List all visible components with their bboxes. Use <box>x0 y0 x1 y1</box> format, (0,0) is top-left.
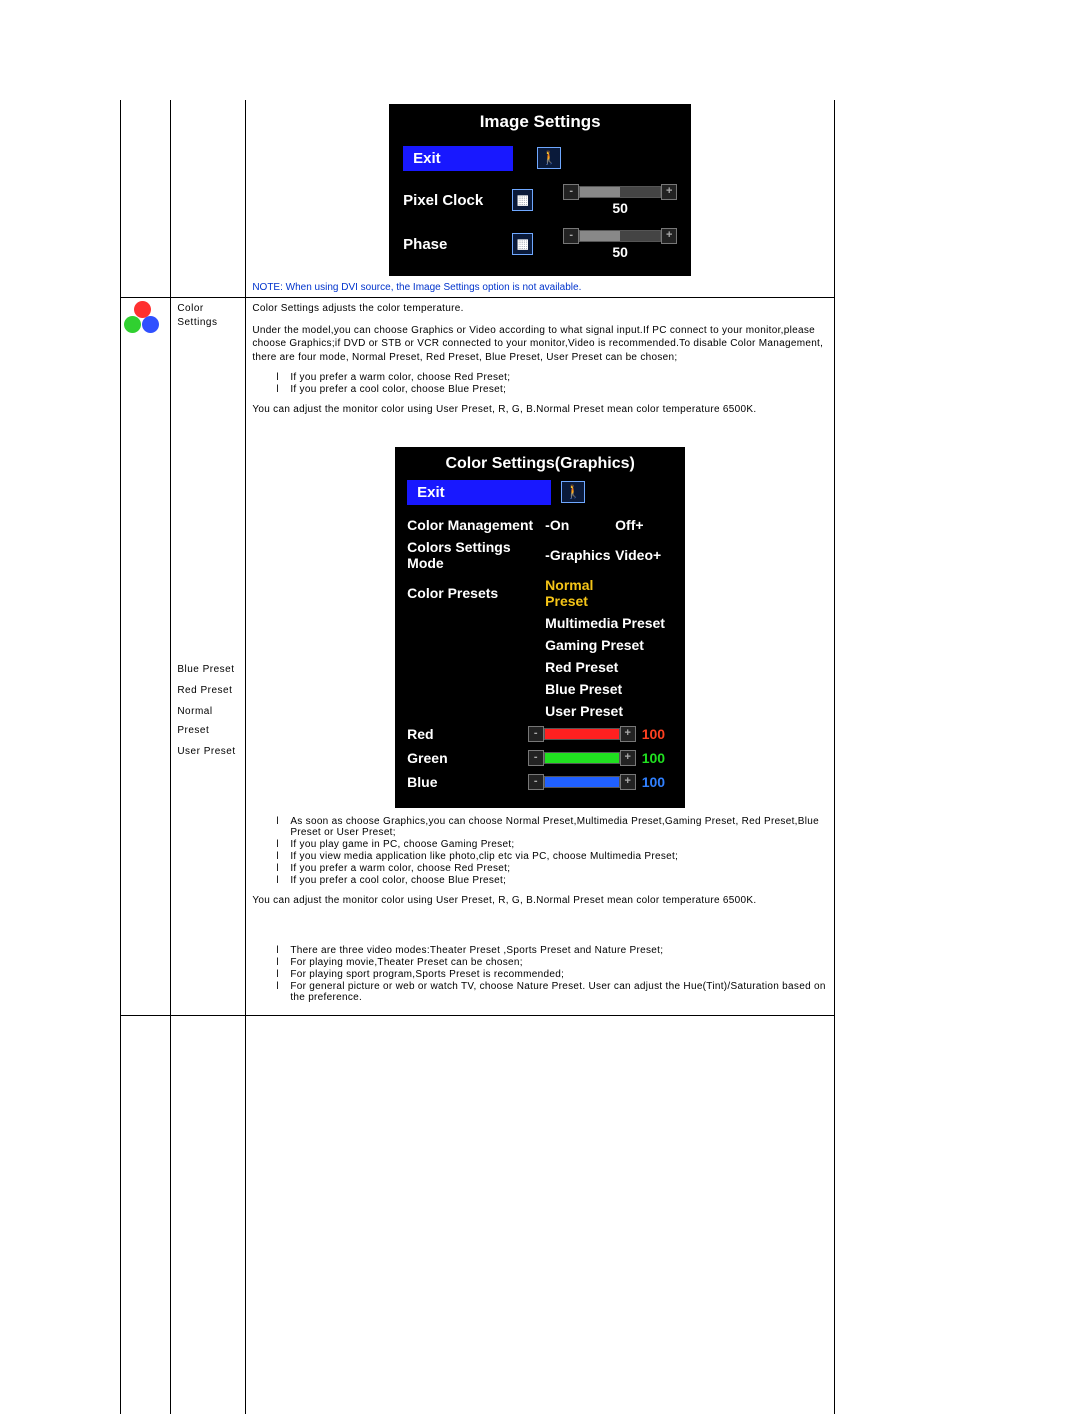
preset-item[interactable]: Red Preset <box>401 656 679 678</box>
minus-button[interactable]: - <box>528 750 544 766</box>
slider-value: 50 <box>612 200 628 216</box>
osd2-exit-button[interactable]: Exit <box>407 480 551 505</box>
list-item: For playing movie,Theater Preset can be … <box>276 957 828 968</box>
bullet-list-3: There are three video modes:Theater Pres… <box>276 945 828 1003</box>
minus-button[interactable]: - <box>528 726 544 742</box>
list-item: For playing sport program,Sports Preset … <box>276 969 828 980</box>
preset-item[interactable]: Gaming Preset <box>401 634 679 656</box>
plus-button[interactable]: + <box>620 750 636 766</box>
intro-text-2: Under the model,you can choose Graphics … <box>252 324 828 365</box>
osd-color-settings: Color Settings(Graphics) Exit 🚶 Color Ma… <box>395 447 685 808</box>
preset-sublist: Blue Preset Red Preset Normal Preset User P… <box>177 660 239 761</box>
rgb-row: Blue-+100 <box>401 770 679 794</box>
rgb-label: Green <box>407 750 528 766</box>
list-item: If you prefer a cool color, choose Blue … <box>276 875 828 886</box>
preset-item[interactable]: Blue Preset <box>401 678 679 700</box>
preset-sublist-item: Normal Preset <box>177 702 239 740</box>
bullet-list-1: If you prefer a warm color, choose Red P… <box>276 372 828 395</box>
plus-button[interactable]: + <box>620 726 636 742</box>
preset-sublist-item: Blue Preset <box>177 660 239 679</box>
preset-sublist-item: User Preset <box>177 742 239 761</box>
rgb-row: Red-+100 <box>401 722 679 746</box>
list-item: If you prefer a warm color, choose Red P… <box>276 372 828 383</box>
slider[interactable]: -+ <box>528 750 636 766</box>
minus-button[interactable]: - <box>563 184 579 200</box>
osd-item-label: Pixel Clock <box>403 192 488 209</box>
preset-item[interactable]: Multimedia Preset <box>401 612 679 634</box>
rgb-value: 100 <box>642 774 673 790</box>
list-item: If you view media application like photo… <box>276 851 828 862</box>
slider[interactable]: -+ <box>563 228 677 244</box>
slider-value: 50 <box>612 244 628 260</box>
preset-sublist-item: Red Preset <box>177 681 239 700</box>
doc-table: Image Settings Exit 🚶 Pixel Clock▦-+50Ph… <box>120 100 835 1414</box>
list-item: If you play game in PC, choose Gaming Pr… <box>276 839 828 850</box>
mgmt-off[interactable]: Off+ <box>615 517 643 533</box>
minus-button[interactable]: - <box>528 774 544 790</box>
rgb-row: Green-+100 <box>401 746 679 770</box>
osd-exit-button[interactable]: Exit <box>403 146 513 171</box>
osd-slider-row: Pixel Clock▦-+50 <box>395 178 685 222</box>
rgb-label: Red <box>407 726 528 742</box>
slider[interactable]: -+ <box>528 726 636 742</box>
mgmt-on[interactable]: -On <box>545 517 615 533</box>
osd-title: Image Settings <box>395 108 685 138</box>
rgb-label: Blue <box>407 774 528 790</box>
list-item: There are three video modes:Theater Pres… <box>276 945 828 956</box>
plus-button[interactable]: + <box>661 228 677 244</box>
intro-text-1: Color Settings adjusts the color tempera… <box>252 302 828 316</box>
osd-image-settings: Image Settings Exit 🚶 Pixel Clock▦-+50Ph… <box>389 104 691 276</box>
presets-label: Color Presets <box>407 585 545 601</box>
preset-item[interactable]: User Preset <box>401 700 679 722</box>
list-item: If you prefer a cool color, choose Blue … <box>276 384 828 395</box>
list-item: For general picture or web or watch TV, … <box>276 981 828 1003</box>
note-text: NOTE: When using DVI source, the Image S… <box>252 282 828 293</box>
color-management-label: Color Management <box>407 517 545 533</box>
setting-icon: ▦ <box>512 233 533 255</box>
osd-slider-row: Phase▦-+50 <box>395 222 685 266</box>
mode-graphics[interactable]: -Graphics <box>545 547 615 563</box>
exit-icon: 🚶 <box>537 147 561 169</box>
color-settings-icon <box>124 301 160 337</box>
osd-item-label: Phase <box>403 236 488 253</box>
plus-button[interactable]: + <box>620 774 636 790</box>
plus-button[interactable]: + <box>661 184 677 200</box>
rgb-value: 100 <box>642 726 673 742</box>
minus-button[interactable]: - <box>563 228 579 244</box>
section-name: Color Settings <box>177 302 239 330</box>
slider[interactable]: -+ <box>528 774 636 790</box>
para-3: You can adjust the monitor color using U… <box>252 894 828 908</box>
mode-label: Colors Settings Mode <box>407 539 545 571</box>
bullet-list-2: As soon as choose Graphics,you can choos… <box>276 816 828 886</box>
list-item: As soon as choose Graphics,you can choos… <box>276 816 828 838</box>
osd2-title: Color Settings(Graphics) <box>395 447 685 477</box>
preset-item[interactable]: Normal Preset <box>545 577 615 609</box>
rgb-value: 100 <box>642 750 673 766</box>
slider[interactable]: -+ <box>563 184 677 200</box>
list-item: If you prefer a warm color, choose Red P… <box>276 863 828 874</box>
exit-icon: 🚶 <box>561 481 585 503</box>
setting-icon: ▦ <box>512 189 533 211</box>
mode-video[interactable]: Video+ <box>615 547 661 563</box>
para-2: You can adjust the monitor color using U… <box>252 403 828 417</box>
